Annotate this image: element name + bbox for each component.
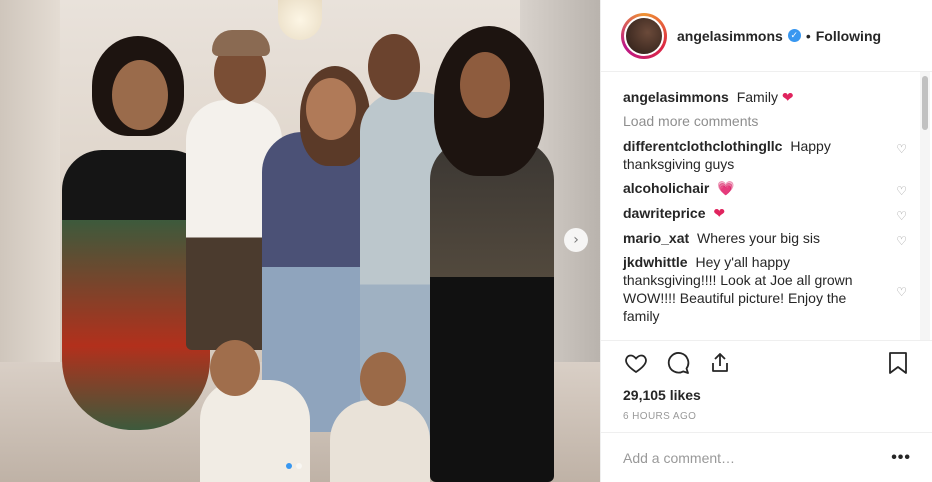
post-actions: 29,105 likes 6 HOURS AGO bbox=[601, 340, 932, 432]
person-7-head bbox=[360, 352, 406, 406]
person-3-head bbox=[306, 78, 356, 140]
comment-like-heart-icon[interactable]: ♡ bbox=[896, 182, 907, 200]
red-heart-emoji-icon: ❤ bbox=[713, 206, 726, 222]
comment-like-heart-icon[interactable]: ♡ bbox=[896, 207, 907, 225]
comment-like-heart-icon[interactable]: ♡ bbox=[896, 283, 907, 301]
add-comment-input[interactable] bbox=[623, 449, 892, 466]
post-header: angelasimmons ✓ • Following bbox=[601, 0, 932, 72]
caption: angelasimmons Family ❤ bbox=[623, 88, 917, 107]
person-7 bbox=[330, 400, 430, 482]
verified-badge-icon: ✓ bbox=[787, 29, 801, 42]
comment-item: mario_xat Wheres your big sis ♡ bbox=[623, 229, 917, 250]
red-heart-emoji-icon: ❤ bbox=[781, 90, 794, 106]
action-icons-row bbox=[623, 341, 911, 385]
carousel-dots bbox=[286, 463, 302, 469]
more-options-icon[interactable]: ••• bbox=[891, 449, 911, 467]
comment-username[interactable]: differentclothclothingllc bbox=[623, 138, 782, 154]
caption-username[interactable]: angelasimmons bbox=[623, 89, 729, 105]
comments-scrollbar[interactable] bbox=[920, 72, 930, 340]
share-icon[interactable] bbox=[707, 350, 733, 376]
comment-item: differentclothclothingllc Happy thanksgi… bbox=[623, 137, 917, 173]
comment-like-heart-icon[interactable]: ♡ bbox=[896, 232, 907, 250]
header-separator: • bbox=[805, 27, 811, 44]
person-5 bbox=[430, 140, 554, 482]
comment-item: dawriteprice ❤ ♡ bbox=[623, 204, 917, 223]
carousel-next-button[interactable]: › bbox=[564, 228, 588, 252]
photo-chandelier bbox=[278, 0, 322, 40]
scrollbar-thumb[interactable] bbox=[922, 76, 928, 130]
person-1-head bbox=[112, 60, 168, 130]
comment-bubble-icon[interactable] bbox=[665, 350, 691, 376]
post-side-panel: angelasimmons ✓ • Following angelasimmon… bbox=[600, 0, 932, 482]
bookmark-icon[interactable] bbox=[885, 350, 911, 376]
comment-username[interactable]: jkdwhittle bbox=[623, 254, 688, 270]
person-6-head bbox=[210, 340, 260, 396]
comment-item: jkdwhittle Hey y'all happy thanksgiving!… bbox=[623, 253, 917, 325]
caption-text: Family bbox=[736, 89, 778, 105]
post-photo[interactable]: › bbox=[0, 0, 600, 482]
comment-username[interactable]: alcoholichair bbox=[623, 180, 709, 196]
likes-count[interactable]: 29,105 likes bbox=[623, 387, 911, 403]
comment-text: Wheres your big sis bbox=[697, 230, 820, 246]
post-timestamp[interactable]: 6 HOURS AGO bbox=[623, 411, 911, 422]
person-4-head bbox=[368, 34, 420, 100]
person-5-head bbox=[460, 52, 510, 118]
load-more-comments-link[interactable]: Load more comments bbox=[623, 113, 917, 129]
sparkling-heart-emoji-icon: 💗 bbox=[717, 181, 735, 197]
comments-list[interactable]: angelasimmons Family ❤ Load more comment… bbox=[601, 72, 917, 340]
following-button[interactable]: Following bbox=[816, 28, 881, 44]
carousel-dot bbox=[296, 463, 302, 469]
avatar-story-ring[interactable] bbox=[621, 12, 667, 59]
comment-username[interactable]: dawriteprice bbox=[623, 205, 705, 221]
comment-like-heart-icon[interactable]: ♡ bbox=[896, 140, 907, 158]
comment-item: alcoholichair 💗 ♡ bbox=[623, 179, 917, 198]
person-2-cap bbox=[212, 30, 270, 56]
header-username[interactable]: angelasimmons bbox=[677, 28, 783, 44]
comment-username[interactable]: mario_xat bbox=[623, 230, 689, 246]
heart-outline-icon[interactable] bbox=[623, 350, 649, 376]
chevron-right-icon: › bbox=[573, 232, 579, 248]
avatar[interactable] bbox=[624, 15, 664, 56]
carousel-dot bbox=[286, 463, 292, 469]
add-comment-bar: ••• bbox=[601, 432, 932, 482]
